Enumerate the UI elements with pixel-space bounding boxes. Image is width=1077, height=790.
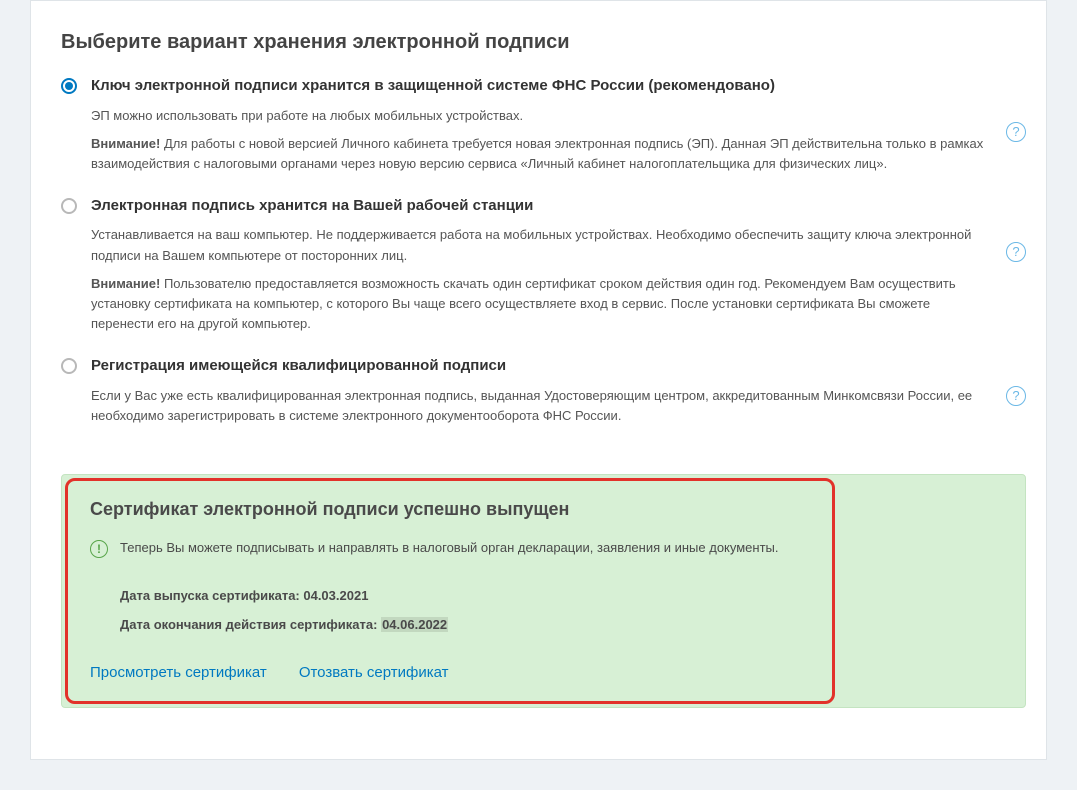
issue-date-row: Дата выпуска сертификата: 04.03.2021 bbox=[120, 588, 997, 603]
info-icon: ! bbox=[90, 540, 108, 558]
expiry-date-label: Дата окончания действия сертификата: bbox=[120, 617, 381, 632]
storage-option-card: Выберите вариант хранения электронной по… bbox=[30, 0, 1047, 760]
option-fns-storage[interactable]: Ключ электронной подписи хранится в защи… bbox=[61, 76, 1026, 196]
help-icon[interactable]: ? bbox=[1006, 386, 1026, 406]
option-desc: Устанавливается на ваш компьютер. Не под… bbox=[91, 225, 986, 265]
radio-local-storage[interactable] bbox=[61, 198, 77, 214]
expiry-date-row: Дата окончания действия сертификата: 04.… bbox=[120, 617, 997, 632]
option-title[interactable]: Электронная подпись хранится на Вашей ра… bbox=[91, 196, 986, 216]
warn-text: Для работы с новой версией Личного кабин… bbox=[91, 136, 983, 171]
option-local-storage[interactable]: Электронная подпись хранится на Вашей ра… bbox=[61, 196, 1026, 356]
expiry-date-value: 04.06.2022 bbox=[381, 617, 448, 632]
option-title[interactable]: Регистрация имеющейся квалифицированной … bbox=[91, 356, 986, 376]
option-warning: Внимание! Пользователю предоставляется в… bbox=[91, 274, 986, 334]
option-desc: Если у Вас уже есть квалифицированная эл… bbox=[91, 386, 986, 426]
option-desc: ЭП можно использовать при работе на любы… bbox=[91, 106, 986, 126]
cert-dates: Дата выпуска сертификата: 04.03.2021 Дат… bbox=[90, 588, 997, 632]
issue-date-value: 04.03.2021 bbox=[303, 588, 368, 603]
option-title[interactable]: Ключ электронной подписи хранится в защи… bbox=[91, 76, 986, 96]
warn-text: Пользователю предоставляется возможность… bbox=[91, 276, 956, 331]
view-certificate-link[interactable]: Просмотреть сертификат bbox=[90, 664, 267, 681]
cert-title: Сертификат электронной подписи успешно в… bbox=[90, 499, 997, 520]
page-title: Выберите вариант хранения электронной по… bbox=[61, 31, 1026, 54]
cert-info-row: ! Теперь Вы можете подписывать и направл… bbox=[90, 540, 997, 558]
warn-prefix: Внимание! bbox=[91, 276, 160, 291]
option-warning: Внимание! Для работы с новой версией Лич… bbox=[91, 134, 986, 174]
help-icon[interactable]: ? bbox=[1006, 122, 1026, 142]
cert-actions: Просмотреть сертификат Отозвать сертифик… bbox=[90, 664, 997, 681]
radio-qualified-signature[interactable] bbox=[61, 358, 77, 374]
issue-date-label: Дата выпуска сертификата: bbox=[120, 588, 303, 603]
option-qualified-signature[interactable]: Регистрация имеющейся квалифицированной … bbox=[61, 356, 1026, 456]
warn-prefix: Внимание! bbox=[91, 136, 160, 151]
certificate-success-panel: Сертификат электронной подписи успешно в… bbox=[61, 474, 1026, 708]
radio-fns-storage[interactable] bbox=[61, 78, 77, 94]
help-icon[interactable]: ? bbox=[1006, 242, 1026, 262]
cert-info-text: Теперь Вы можете подписывать и направлят… bbox=[120, 540, 779, 555]
revoke-certificate-link[interactable]: Отозвать сертификат bbox=[299, 664, 449, 681]
